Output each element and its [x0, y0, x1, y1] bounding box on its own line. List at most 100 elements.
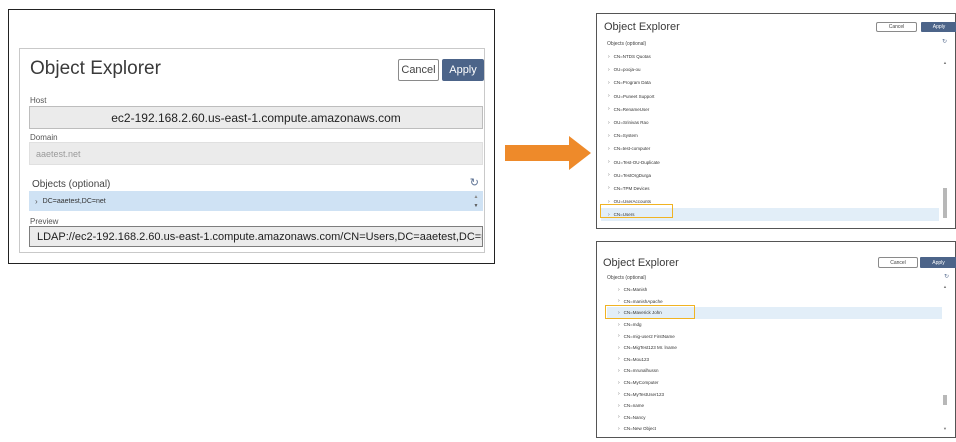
tree-item-label: CN=Mou123	[623, 356, 650, 362]
chevron-right-icon[interactable]: ›	[618, 414, 620, 420]
host-field[interactable]: ec2-192.168.2.60.us-east-1.compute.amazo…	[29, 106, 483, 129]
chevron-right-icon[interactable]: ›	[608, 93, 610, 99]
cancel-button[interactable]: Cancel	[878, 257, 918, 268]
chevron-right-icon[interactable]: ›	[618, 403, 620, 409]
preview-field: LDAP://ec2-192.168.2.60.us-east-1.comput…	[29, 226, 483, 247]
scroll-thumb[interactable]	[943, 188, 947, 218]
tree-scrollbar[interactable]: ▲ ▼	[473, 192, 479, 210]
tree-item-label: OU=Srinivas Rao	[613, 120, 649, 126]
tree-item[interactable]: › CN=New Object	[607, 423, 942, 435]
cancel-button[interactable]: Cancel	[876, 22, 917, 32]
tree-item-label: CN=mig-user2 FirstName	[623, 333, 675, 339]
chevron-right-icon[interactable]: ›	[608, 54, 610, 60]
scroll-down-icon[interactable]: ▼	[473, 203, 479, 209]
scroll-up-icon[interactable]: ▲	[942, 60, 948, 65]
chevron-right-icon[interactable]: ›	[618, 380, 620, 386]
tree-item[interactable]: › CN=Nancy	[607, 412, 942, 424]
chevron-right-icon[interactable]: ›	[608, 67, 610, 73]
tree-item[interactable]: › CN=RenameUser	[601, 103, 939, 116]
chevron-right-icon[interactable]: ›	[618, 391, 620, 397]
tree-item[interactable]: › CN=Mou123	[607, 354, 942, 366]
chevron-right-icon[interactable]: ›	[608, 80, 610, 86]
tree-item[interactable]: › CN=mdg	[607, 319, 942, 331]
main-screenshot-frame: Object Explorer Cancel Apply Host ec2-19…	[8, 9, 495, 264]
domain-field[interactable]: aaetest.net	[29, 142, 483, 165]
tree-scrollbar[interactable]: ▲ ▼	[942, 284, 948, 434]
tree-item[interactable]: › OU=Srinivas Rao	[601, 116, 939, 129]
tree-item-label: CN=MyComputer	[623, 380, 659, 386]
tree-item[interactable]: › CN=MigTest123 Mr. lname	[607, 342, 942, 354]
chevron-right-icon[interactable]: ›	[608, 185, 610, 191]
tree-item[interactable]: › OU=Puneet Support	[601, 90, 939, 103]
refresh-icon[interactable]: ↻	[942, 38, 947, 45]
tree-item[interactable]: › CN=name	[607, 400, 942, 412]
tree-item-label: CN=Nancy	[623, 414, 646, 420]
tree-item-label: CN=TPM Devices	[613, 185, 650, 191]
tree-item[interactable]: › CN=test-computer	[601, 142, 939, 155]
tree-item-label: OU=pooja-ou	[613, 67, 641, 73]
tree-item-label: OU=Puneet Support	[613, 93, 655, 99]
tree-item[interactable]: › OU=TestOrgDurga	[601, 169, 939, 182]
chevron-right-icon[interactable]: ›	[618, 426, 620, 432]
object-tree: › CN=NTDS Quotas › OU=pooja-ou › CN=Program…	[601, 50, 939, 222]
tree-item[interactable]: › CN=Program Data	[601, 76, 939, 89]
objects-label: Objects (optional)	[607, 41, 647, 47]
tree-item[interactable]: › CN=System	[601, 129, 939, 142]
tree-item-selected[interactable]: › DC=aaetest,DC=net ▲ ▼	[29, 191, 483, 211]
chevron-right-icon[interactable]: ›	[608, 146, 610, 152]
tree-item-label: CN=name	[623, 403, 645, 409]
chevron-right-icon[interactable]: ›	[608, 172, 610, 178]
chevron-right-icon[interactable]: ›	[608, 159, 610, 165]
chevron-right-icon[interactable]: ›	[35, 197, 38, 206]
chevron-right-icon[interactable]: ›	[618, 356, 620, 362]
chevron-right-icon[interactable]: ›	[618, 345, 620, 351]
tree-item-label: CN=test-computer	[613, 146, 651, 152]
tree-item-label: OU=TestOrgDurga	[613, 172, 652, 178]
chevron-right-icon[interactable]: ›	[608, 106, 610, 112]
scroll-down-icon[interactable]: ▼	[942, 426, 948, 431]
tree-item[interactable]: › OU=Test-OU-Duplicate	[601, 156, 939, 169]
tree-item[interactable]: › OU=pooja-ou	[601, 63, 939, 76]
refresh-icon[interactable]: ↻	[944, 273, 949, 280]
object-explorer-dialog: Object Explorer Cancel Apply Host ec2-19…	[19, 48, 485, 253]
tree-item-label: CN=New Object	[623, 426, 657, 432]
chevron-right-icon[interactable]: ›	[608, 120, 610, 126]
tree-item[interactable]: › CN=MyComputer	[607, 377, 942, 389]
apply-button[interactable]: Apply	[920, 257, 956, 268]
dialog-title: Object Explorer	[604, 21, 680, 33]
arrow-right-icon	[505, 136, 591, 170]
chevron-right-icon[interactable]: ›	[608, 133, 610, 139]
tree-item[interactable]: › CN=TPM Devices	[601, 182, 939, 195]
chevron-right-icon[interactable]: ›	[618, 322, 620, 328]
dialog-title: Object Explorer	[30, 58, 161, 79]
dialog-title: Object Explorer	[603, 257, 679, 269]
tree-item[interactable]: › CN=Manish	[607, 284, 942, 296]
apply-button[interactable]: Apply	[921, 22, 956, 32]
tree-item-label: CN=mdg	[623, 322, 642, 328]
tree-scrollbar[interactable]: ▲	[942, 50, 948, 222]
scroll-thumb[interactable]	[943, 395, 947, 405]
highlight-box	[600, 204, 673, 218]
tree-item-label: OU=Test-OU-Duplicate	[613, 159, 660, 165]
tree-item-label: CN=manishApache	[623, 298, 663, 304]
chevron-right-icon[interactable]: ›	[618, 333, 620, 339]
chevron-right-icon[interactable]: ›	[618, 368, 620, 374]
apply-button[interactable]: Apply	[442, 59, 484, 81]
tree-item[interactable]: › CN=NTDS Quotas	[601, 50, 939, 63]
chevron-right-icon[interactable]: ›	[618, 298, 620, 304]
chevron-right-icon[interactable]: ›	[618, 287, 620, 293]
highlight-box	[605, 305, 695, 319]
object-explorer-dialog-users-children: Object Explorer Cancel Apply Objects (op…	[596, 241, 956, 438]
tree-item[interactable]: › CN=MyTestUser123	[607, 388, 942, 400]
tree-item-label: CN=mrunalhussn	[623, 368, 659, 374]
tree-item[interactable]: › CN=mig-user2 FirstName	[607, 330, 942, 342]
tree-item[interactable]: › CN=mrunalhussn	[607, 365, 942, 377]
tree-item-label: CN=MigTest123 Mr. lname	[623, 345, 677, 351]
tree-item-label: CN=RenameUser	[613, 106, 650, 112]
scroll-up-icon[interactable]: ▲	[473, 194, 479, 200]
host-label: Host	[30, 96, 47, 105]
objects-label: Objects (optional)	[32, 179, 111, 190]
scroll-up-icon[interactable]: ▲	[942, 284, 948, 289]
refresh-icon[interactable]: ↻	[470, 176, 479, 189]
cancel-button[interactable]: Cancel	[398, 59, 439, 81]
